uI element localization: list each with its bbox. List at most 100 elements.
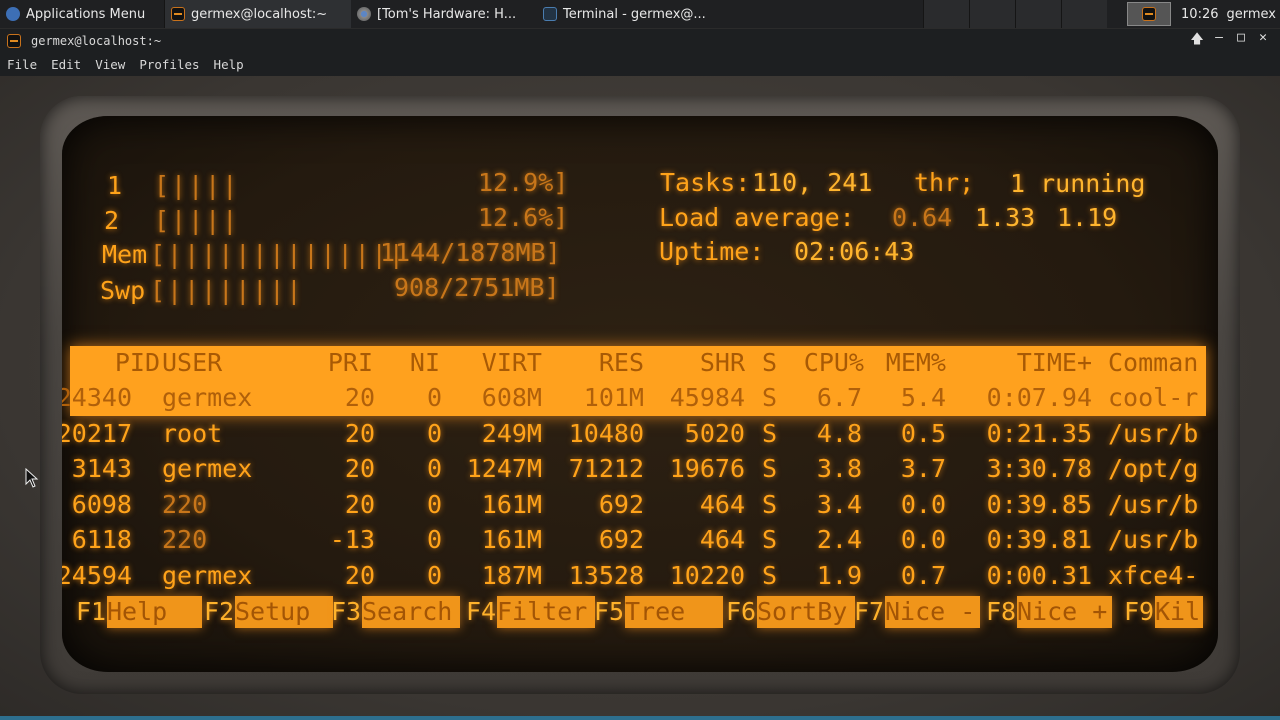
cell-user: 220 — [162, 525, 208, 555]
taskbar-item-terminal[interactable]: Terminal - germex@... — [537, 0, 737, 28]
cell-cpu: 6.7 — [816, 383, 862, 412]
cell-pri: -13 — [329, 525, 375, 555]
cell-s: S — [762, 454, 778, 484]
cell-cpu: 3.8 — [816, 454, 862, 484]
workspace-2[interactable] — [969, 0, 1016, 28]
menu-file[interactable]: File — [7, 57, 37, 72]
shade-button[interactable]: 🡅 — [1186, 30, 1208, 52]
fkey-label[interactable]: Tree — [625, 596, 723, 628]
cell-ni: 0 — [426, 383, 442, 412]
fkey-f2[interactable]: F2 — [204, 594, 234, 630]
mem-label: Mem — [102, 240, 148, 269]
cell-pid: 6118 — [71, 525, 132, 555]
menu-view[interactable]: View — [95, 57, 125, 72]
fkey-label[interactable]: Filter — [497, 596, 595, 628]
fkey-label[interactable]: Setup — [235, 596, 333, 628]
cell-res: 71212 — [568, 454, 644, 484]
swp-value: 908/2751MB] — [394, 273, 560, 302]
fkey-f3[interactable]: F3 — [331, 594, 361, 630]
fkey-label[interactable]: Help — [107, 596, 202, 628]
fkey-f9[interactable]: F9 — [1124, 594, 1154, 630]
workspace-3[interactable] — [1015, 0, 1062, 28]
cell-time: 0:39.85 — [986, 489, 1092, 519]
column-header[interactable]: VIRT — [482, 346, 542, 380]
cpu1-percent: 12.9%] — [478, 168, 569, 197]
workspace-4[interactable] — [1061, 0, 1108, 28]
column-header[interactable]: NI — [410, 346, 440, 380]
taskbar-item-browser[interactable]: [Tom's Hardware: H... — [351, 0, 537, 28]
cell-cpu: 1.9 — [816, 561, 862, 590]
cell-cmd: cool-r — [1108, 383, 1199, 412]
column-header[interactable]: PRI — [328, 346, 373, 380]
cell-virt: 187M — [481, 561, 542, 590]
cell-time: 3:30.78 — [986, 454, 1092, 484]
close-button[interactable]: ✕ — [1252, 30, 1274, 52]
cell-shr: 45984 — [669, 383, 745, 412]
menu-profiles[interactable]: Profiles — [139, 57, 199, 72]
column-header[interactable]: S — [762, 346, 777, 380]
fkey-label[interactable]: Nice + — [1017, 596, 1112, 628]
window-titlebar[interactable]: germex@localhost:~ 🡅 – □ ✕ — [0, 29, 1280, 53]
tray-crt-app-button[interactable] — [1127, 2, 1172, 26]
cpu1-label: 1 — [107, 171, 123, 200]
taskbar-item-label: [Tom's Hardware: H... — [377, 6, 517, 22]
uptime-value: 02:06:43 — [794, 237, 915, 266]
cell-virt: 1247M — [466, 454, 542, 484]
fkey-f7[interactable]: F7 — [854, 594, 884, 630]
cell-cmd: /usr/b — [1108, 525, 1199, 555]
menu-help[interactable]: Help — [214, 57, 244, 72]
cell-pri: 20 — [344, 454, 375, 484]
cell-cpu: 4.8 — [816, 418, 862, 448]
menu-edit[interactable]: Edit — [51, 57, 81, 72]
workspace-1[interactable] — [923, 0, 970, 28]
cell-user: 220 — [162, 489, 208, 519]
load-5: 1.33 — [975, 203, 1036, 232]
cell-res: 101M — [583, 383, 644, 412]
applications-menu-button[interactable]: Applications Menu — [0, 0, 165, 28]
column-header[interactable]: Comman — [1108, 346, 1198, 380]
cell-res: 10480 — [568, 418, 644, 448]
cell-cpu: 3.4 — [816, 489, 862, 519]
crt-terminal-icon — [7, 34, 21, 48]
clock[interactable]: 10:26 — [1177, 7, 1222, 22]
maximize-button[interactable]: □ — [1230, 30, 1252, 52]
cell-shr: 10220 — [669, 561, 745, 590]
fkey-f5[interactable]: F5 — [594, 594, 624, 630]
xfce-logo-icon — [6, 7, 20, 21]
cell-virt: 161M — [481, 525, 542, 555]
cell-s: S — [762, 561, 778, 590]
column-header[interactable]: MEM% — [886, 346, 946, 380]
fkey-f8[interactable]: F8 — [986, 594, 1016, 630]
cell-shr: 19676 — [669, 454, 745, 484]
cell-ni: 0 — [426, 418, 442, 448]
user-menu[interactable]: germex — [1223, 7, 1280, 22]
fkey-label[interactable]: Kil — [1155, 596, 1203, 628]
uptime-label: Uptime: — [659, 237, 765, 266]
column-header[interactable]: SHR — [700, 346, 745, 380]
cell-mem: 5.4 — [900, 383, 946, 412]
cell-shr: 5020 — [684, 418, 745, 448]
fkey-label[interactable]: Search — [362, 596, 460, 628]
fkey-label[interactable]: Nice - — [885, 596, 980, 628]
terminal-icon — [543, 7, 557, 21]
mem-bar: [|||||||||||||| — [150, 240, 406, 269]
cell-mem: 0.0 — [900, 489, 946, 519]
column-header[interactable]: USER — [162, 346, 222, 380]
cell-ni: 0 — [426, 489, 442, 519]
taskbar-item-crt-terminal[interactable]: germex@localhost:~ — [165, 0, 351, 28]
column-header[interactable]: PID — [115, 346, 160, 380]
cell-virt: 608M — [481, 383, 542, 412]
cell-user: germex — [162, 454, 253, 484]
cell-mem: 0.5 — [900, 418, 946, 448]
crt-screen[interactable]: 1 [|||| 12.9%] 2 [|||| 12.6%] Mem [|||||… — [62, 116, 1218, 672]
column-header[interactable]: CPU% — [804, 346, 864, 380]
fkey-label[interactable]: SortBy — [757, 596, 855, 628]
chromium-icon — [357, 7, 371, 21]
column-header[interactable]: TIME+ — [1017, 346, 1092, 380]
fkey-f6[interactable]: F6 — [726, 594, 756, 630]
fkey-f4[interactable]: F4 — [466, 594, 496, 630]
minimize-button[interactable]: – — [1208, 30, 1230, 52]
cell-res: 692 — [598, 489, 644, 519]
column-header[interactable]: RES — [599, 346, 644, 380]
fkey-f1[interactable]: F1 — [76, 594, 106, 630]
